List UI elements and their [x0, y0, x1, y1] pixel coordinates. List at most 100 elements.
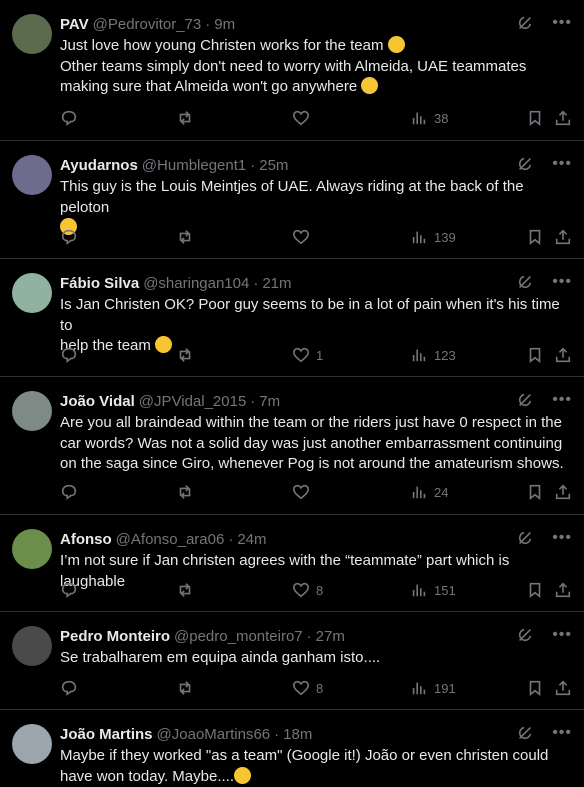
avatar[interactable] — [12, 14, 52, 54]
tweet-header: PAV @Pedrovitor_73 · 9m ••• — [60, 14, 572, 34]
share-button[interactable] — [554, 107, 572, 129]
avatar[interactable] — [12, 273, 52, 313]
heart-icon — [292, 347, 310, 363]
view-count: 151 — [434, 582, 456, 598]
reply-button[interactable] — [60, 344, 78, 366]
timestamp[interactable]: 24m — [237, 531, 266, 548]
dot-separator: · — [250, 392, 256, 410]
tweet[interactable]: Afonso @Afonso_ara06 · 24m ••• I’m not s… — [0, 515, 584, 612]
views-icon — [412, 682, 426, 695]
like-button[interactable]: 8 — [292, 579, 323, 601]
display-name[interactable]: João Vidal — [60, 393, 135, 410]
timestamp[interactable]: 9m — [214, 16, 235, 33]
views-button[interactable]: 151 — [410, 579, 456, 601]
grok-icon[interactable] — [516, 724, 534, 742]
display-name[interactable]: Ayudarnos — [60, 157, 138, 174]
timestamp[interactable]: 18m — [283, 726, 312, 743]
views-button[interactable]: 139 — [410, 226, 456, 248]
like-button[interactable] — [292, 226, 316, 248]
more-options-icon[interactable]: ••• — [552, 392, 572, 408]
heart-icon — [292, 484, 310, 500]
tweet-header: João Vidal @JPVidal_2015 · 7m ••• — [60, 391, 572, 411]
tweet[interactable]: PAV @Pedrovitor_73 · 9m ••• Just love ho… — [0, 0, 584, 141]
repost-button[interactable] — [176, 677, 194, 699]
bookmark-button[interactable] — [526, 344, 544, 366]
reply-button[interactable] — [60, 579, 78, 601]
bookmark-icon — [529, 484, 541, 500]
bookmark-button[interactable] — [526, 107, 544, 129]
like-button[interactable] — [292, 481, 316, 503]
heart-icon — [292, 110, 310, 126]
display-name[interactable]: Fábio Silva — [60, 275, 139, 292]
tweet-line: on the saga since Giro, whenever Pog is … — [60, 455, 564, 472]
bookmark-button[interactable] — [526, 481, 544, 503]
user-handle[interactable]: @JoaoMartins66 — [157, 726, 271, 743]
grok-icon[interactable] — [516, 391, 534, 409]
views-button[interactable]: 38 — [410, 107, 448, 129]
more-options-icon[interactable]: ••• — [552, 274, 572, 290]
bookmark-button[interactable] — [526, 226, 544, 248]
repost-button[interactable] — [176, 107, 194, 129]
views-button[interactable]: 123 — [410, 344, 456, 366]
more-options-icon[interactable]: ••• — [552, 725, 572, 741]
repost-button[interactable] — [176, 226, 194, 248]
reply-button[interactable] — [60, 481, 78, 503]
share-button[interactable] — [554, 344, 572, 366]
display-name[interactable]: PAV — [60, 16, 89, 33]
views-button[interactable]: 24 — [410, 481, 448, 503]
like-button[interactable] — [292, 107, 316, 129]
dot-separator: · — [250, 156, 256, 174]
timestamp[interactable]: 7m — [259, 393, 280, 410]
grok-icon[interactable] — [516, 155, 534, 173]
reply-button[interactable] — [60, 226, 78, 248]
like-button[interactable]: 1 — [292, 344, 323, 366]
share-button[interactable] — [554, 226, 572, 248]
share-button[interactable] — [554, 579, 572, 601]
user-handle[interactable]: @Afonso_ara06 — [116, 531, 225, 548]
more-options-icon[interactable]: ••• — [552, 627, 572, 643]
tweet[interactable]: Fábio Silva @sharingan104 · 21m ••• Is J… — [0, 259, 584, 377]
avatar[interactable] — [12, 391, 52, 431]
user-handle[interactable]: @Pedrovitor_73 — [93, 16, 202, 33]
tweet[interactable]: João Vidal @JPVidal_2015 · 7m ••• Are yo… — [0, 377, 584, 515]
avatar[interactable] — [12, 529, 52, 569]
action-bar: 139 — [60, 226, 572, 248]
share-button[interactable] — [554, 677, 572, 699]
reply-button[interactable] — [60, 677, 78, 699]
repost-button[interactable] — [176, 481, 194, 503]
tweet[interactable]: Pedro Monteiro @pedro_monteiro7 · 27m ••… — [0, 612, 584, 710]
timestamp[interactable]: 21m — [262, 275, 291, 292]
grok-icon[interactable] — [516, 14, 534, 32]
repost-button[interactable] — [176, 344, 194, 366]
user-handle[interactable]: @JPVidal_2015 — [139, 393, 247, 410]
user-handle[interactable]: @pedro_monteiro7 — [174, 628, 303, 645]
more-options-icon[interactable]: ••• — [552, 530, 572, 546]
grok-icon[interactable] — [516, 273, 534, 291]
timestamp[interactable]: 27m — [316, 628, 345, 645]
timestamp[interactable]: 25m — [259, 157, 288, 174]
grok-icon[interactable] — [516, 626, 534, 644]
repost-button[interactable] — [176, 579, 194, 601]
bookmark-button[interactable] — [526, 579, 544, 601]
avatar[interactable] — [12, 724, 52, 764]
display-name[interactable]: João Martins — [60, 726, 153, 743]
bookmark-button[interactable] — [526, 677, 544, 699]
avatar[interactable] — [12, 626, 52, 666]
grok-icon[interactable] — [516, 529, 534, 547]
share-button[interactable] — [554, 481, 572, 503]
views-button[interactable]: 191 — [410, 677, 456, 699]
display-name[interactable]: Pedro Monteiro — [60, 628, 170, 645]
tweet[interactable]: Ayudarnos @Humblegent1 · 25m ••• This gu… — [0, 141, 584, 259]
more-options-icon[interactable]: ••• — [552, 15, 572, 31]
avatar[interactable] — [12, 155, 52, 195]
reply-button[interactable] — [60, 107, 78, 129]
action-bar: 1 123 — [60, 344, 572, 366]
user-handle[interactable]: @sharingan104 — [143, 275, 249, 292]
user-handle[interactable]: @Humblegent1 — [142, 157, 246, 174]
reply-icon — [61, 484, 77, 500]
display-name[interactable]: Afonso — [60, 531, 112, 548]
more-options-icon[interactable]: ••• — [552, 156, 572, 172]
like-button[interactable]: 8 — [292, 677, 323, 699]
dot-separator: · — [205, 15, 211, 33]
tweet[interactable]: João Martins @JoaoMartins66 · 18m ••• Ma… — [0, 710, 584, 785]
